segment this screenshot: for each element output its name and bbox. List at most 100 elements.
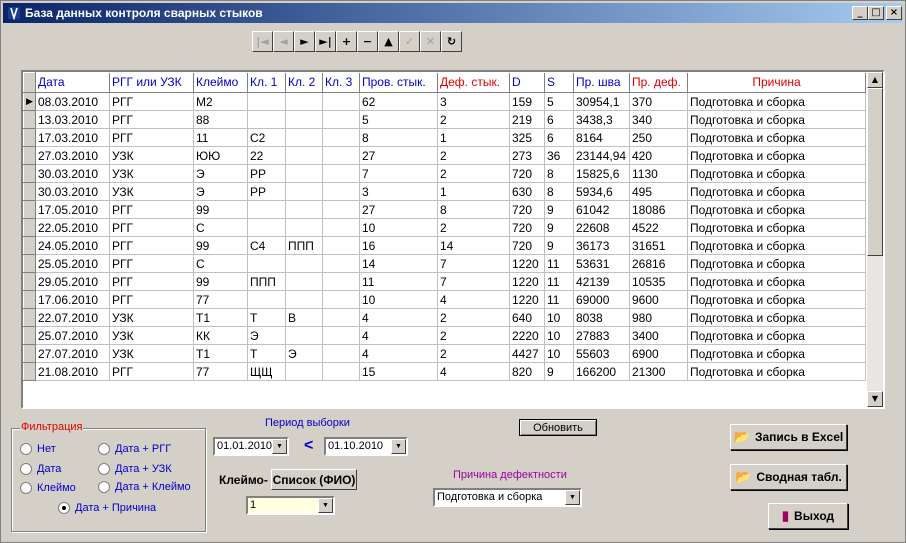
grid-cell[interactable]: Т1	[193, 344, 248, 363]
grid-cell[interactable]: УЗК	[109, 308, 194, 327]
grid-cell[interactable]: 166200	[573, 362, 630, 381]
grid-cell[interactable]: 9	[544, 200, 574, 219]
grid-cell[interactable]: 69000	[573, 290, 630, 309]
grid-cell[interactable]: 11	[544, 272, 574, 291]
grid-cell[interactable]: 2	[437, 218, 510, 237]
grid-cell[interactable]: 88	[193, 110, 248, 129]
refresh-button[interactable]: Обновить	[519, 419, 597, 436]
grid-cell[interactable]: РГГ	[109, 272, 194, 291]
row-indicator[interactable]	[23, 110, 36, 129]
grid-cell[interactable]	[285, 92, 323, 111]
grid-cell[interactable]	[285, 290, 323, 309]
grid-cell[interactable]	[322, 110, 360, 129]
grid-cell[interactable]: 8	[359, 128, 438, 147]
grid-cell[interactable]	[247, 254, 286, 273]
grid-cell[interactable]	[285, 146, 323, 165]
column-header[interactable]: РГГ или УЗК	[109, 72, 194, 93]
grid-cell[interactable]: 13.03.2010	[35, 110, 110, 129]
insert-record-button[interactable]: +	[336, 31, 357, 52]
grid-cell[interactable]	[322, 254, 360, 273]
grid-cell[interactable]: 250	[629, 128, 688, 147]
grid-cell[interactable]: 8	[544, 164, 574, 183]
grid-cell[interactable]: 4522	[629, 218, 688, 237]
grid-cell[interactable]: 8	[437, 200, 510, 219]
grid-cell[interactable]: 159	[509, 92, 545, 111]
grid-cell[interactable]: 3438,3	[573, 110, 630, 129]
table-row[interactable]: 24.05.2010 РГГ 99 С4 ППП 16 14 720 9 36173 31651 По…	[23, 236, 866, 255]
row-indicator[interactable]	[23, 182, 36, 201]
grid-cell[interactable]: 1	[437, 182, 510, 201]
grid-cell[interactable]: 25.05.2010	[35, 254, 110, 273]
grid-cell[interactable]: 36173	[573, 236, 630, 255]
grid-cell[interactable]: 980	[629, 308, 688, 327]
grid-cell[interactable]: 8	[544, 182, 574, 201]
grid-cell[interactable]: В	[285, 308, 323, 327]
grid-cell[interactable]: Подготовка и сборка	[687, 200, 866, 219]
grid-cell[interactable]: РГГ	[109, 110, 194, 129]
grid-cell[interactable]: КК	[193, 326, 248, 345]
grid-cell[interactable]: 77	[193, 362, 248, 381]
grid-cell[interactable]: 61042	[573, 200, 630, 219]
grid-cell[interactable]: 273	[509, 146, 545, 165]
export-excel-button[interactable]: 📂 Запись в Excel	[730, 424, 847, 450]
column-header[interactable]: Причина	[687, 72, 866, 93]
grid-cell[interactable]: 42139	[573, 272, 630, 291]
grid-cell[interactable]: РР	[247, 182, 286, 201]
grid-cell[interactable]: Подготовка и сборка	[687, 308, 866, 327]
grid-cell[interactable]	[247, 218, 286, 237]
column-header[interactable]: Деф. стык.	[437, 72, 510, 93]
grid-cell[interactable]: 22	[247, 146, 286, 165]
next-record-button[interactable]: ►	[294, 31, 315, 52]
dropdown-arrow-icon[interactable]: ▼	[565, 490, 580, 505]
grid-cell[interactable]: 99	[193, 200, 248, 219]
column-header[interactable]: D	[509, 72, 545, 93]
prior-record-button[interactable]: ◄	[273, 31, 294, 52]
table-row[interactable]: 27.07.2010 УЗК Т1 Т Э 4 2 4427 10 55603 6900 Подгот…	[23, 344, 866, 363]
table-row[interactable]: 30.03.2010 УЗК Э РР 3 1 630 8 5934,6 495 Подготовк…	[23, 182, 866, 201]
grid-cell[interactable]: С4	[247, 236, 286, 255]
grid-cell[interactable]	[322, 146, 360, 165]
filter-radio-date-stamp[interactable]: Дата + Клеймо	[98, 481, 191, 493]
table-row[interactable]: 17.05.2010 РГГ 99 27 8 720 9 61042 18086 Подготов…	[23, 200, 866, 219]
grid-cell[interactable]: 4	[359, 344, 438, 363]
grid-cell[interactable]: Подготовка и сборка	[687, 182, 866, 201]
grid-cell[interactable]: Подготовка и сборка	[687, 362, 866, 381]
grid-cell[interactable]: 27	[359, 200, 438, 219]
grid-cell[interactable]: 9600	[629, 290, 688, 309]
row-indicator[interactable]	[23, 344, 36, 363]
grid-cell[interactable]: 18086	[629, 200, 688, 219]
grid-cell[interactable]	[285, 326, 323, 345]
grid-cell[interactable]: УЗК	[109, 146, 194, 165]
grid-cell[interactable]	[247, 200, 286, 219]
current-row-marker-icon[interactable]: ▶	[23, 92, 36, 111]
grid-cell[interactable]: Э	[193, 182, 248, 201]
table-row[interactable]: 17.03.2010 РГГ 11 С2 8 1 325 6 8164 250 Подготовка…	[23, 128, 866, 147]
filter-radio-date[interactable]: Дата	[20, 463, 61, 475]
grid-cell[interactable]: 16	[359, 236, 438, 255]
filter-radio-stamp[interactable]: Клеймо	[20, 482, 76, 494]
grid-cell[interactable]: 99	[193, 236, 248, 255]
grid-cell[interactable]: 15825,6	[573, 164, 630, 183]
grid-cell[interactable]: 9	[544, 236, 574, 255]
grid-cell[interactable]: РГГ	[109, 218, 194, 237]
grid-cell[interactable]: 55603	[573, 344, 630, 363]
grid-cell[interactable]: 99	[193, 272, 248, 291]
period-from-combo[interactable]: 01.01.2010 ▼	[213, 437, 289, 456]
grid-cell[interactable]: РГГ	[109, 200, 194, 219]
grid-cell[interactable]	[285, 128, 323, 147]
grid-cell[interactable]: 77	[193, 290, 248, 309]
grid-cell[interactable]	[285, 218, 323, 237]
grid-cell[interactable]: 62	[359, 92, 438, 111]
column-header[interactable]: Пр. деф.	[629, 72, 688, 93]
grid-cell[interactable]: 720	[509, 236, 545, 255]
grid-cell[interactable]	[285, 182, 323, 201]
grid-cell[interactable]: С2	[247, 128, 286, 147]
grid-cell[interactable]: Подготовка и сборка	[687, 110, 866, 129]
grid-cell[interactable]: 720	[509, 218, 545, 237]
row-indicator[interactable]	[23, 146, 36, 165]
dropdown-arrow-icon[interactable]: ▼	[391, 439, 406, 454]
grid-cell[interactable]: 22.05.2010	[35, 218, 110, 237]
stamp-list-button[interactable]: Список (ФИО)	[271, 469, 357, 490]
grid-cell[interactable]: 17.06.2010	[35, 290, 110, 309]
row-indicator[interactable]	[23, 290, 36, 309]
